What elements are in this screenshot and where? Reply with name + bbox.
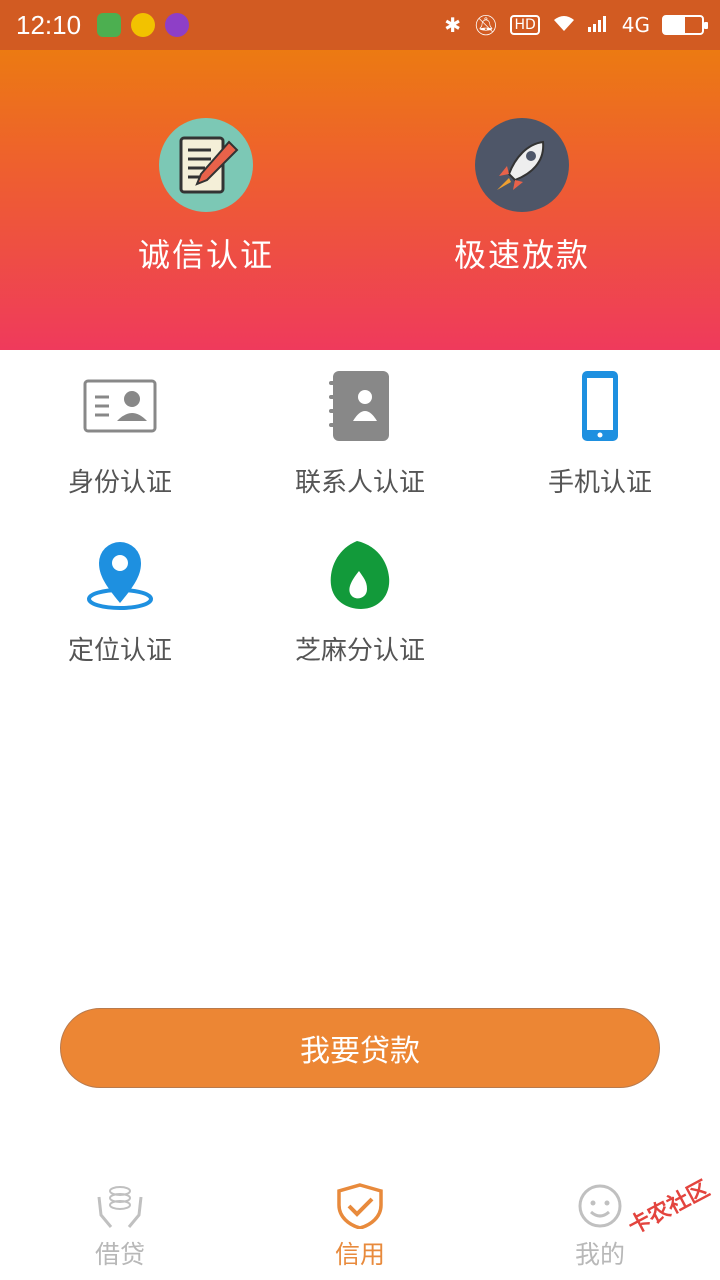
location-pin-icon (87, 542, 153, 610)
hero-item-credit[interactable]: 诚信认证 (96, 118, 316, 276)
hero-circle (475, 118, 569, 212)
hero-label: 诚信认证 (137, 236, 274, 274)
verify-item-contacts[interactable]: 联系人认证 (260, 366, 460, 499)
notepad-pen-icon (179, 136, 239, 194)
smiley-face-icon (578, 1184, 622, 1228)
nav-label: 借贷 (94, 1240, 145, 1269)
hero-label: 极速放款 (453, 236, 590, 274)
id-card-icon (83, 379, 157, 433)
sesame-credit-icon (330, 541, 390, 609)
verify-label: 联系人认证 (294, 468, 425, 498)
battery-level (664, 17, 685, 33)
wifi-icon (552, 13, 576, 38)
rocket-icon (497, 140, 545, 190)
hd-badge: HD (510, 15, 540, 35)
status-bar: 12:10 ✱ 🔕︎ HD 4G (0, 0, 720, 50)
wechat-icon (97, 13, 122, 37)
status-time: 12:10 (16, 9, 82, 40)
bottom-nav: 借贷 信用 我的 (0, 1175, 720, 1280)
verify-label: 芝麻分认证 (294, 636, 425, 666)
signal-icon (587, 13, 610, 37)
purple-app-icon (165, 13, 190, 37)
verify-label: 手机认证 (547, 468, 652, 498)
verify-item-sesame[interactable]: 芝麻分认证 (260, 534, 460, 667)
battery-icon (662, 15, 708, 35)
verify-label: 身份认证 (67, 468, 172, 498)
nav-label: 我的 (574, 1240, 625, 1269)
verify-item-location[interactable]: 定位认证 (20, 534, 220, 667)
plus-app-icon (131, 13, 156, 37)
apply-loan-button[interactable]: 我要贷款 (60, 1008, 660, 1088)
hero-circle (159, 118, 253, 212)
contacts-book-icon (329, 371, 389, 441)
hero-banner: 诚信认证 极速放款 (0, 50, 720, 350)
mobile-phone-icon (582, 371, 618, 441)
nav-label: 信用 (334, 1240, 385, 1269)
nav-item-loan[interactable]: 借贷 (50, 1183, 190, 1271)
hero-item-fast-loan[interactable]: 极速放款 (412, 118, 632, 276)
hands-coins-icon (97, 1186, 143, 1228)
verify-item-identity[interactable]: 身份认证 (20, 366, 220, 499)
network-type: 4G (621, 13, 650, 37)
bluetooth-icon: ✱ (444, 13, 462, 37)
mute-bell-icon: 🔕︎ (473, 13, 499, 37)
verify-item-phone[interactable]: 手机认证 (500, 366, 700, 499)
shield-check-icon (337, 1183, 383, 1230)
verify-label: 定位认证 (67, 636, 172, 666)
nav-item-credit[interactable]: 信用 (290, 1183, 430, 1271)
